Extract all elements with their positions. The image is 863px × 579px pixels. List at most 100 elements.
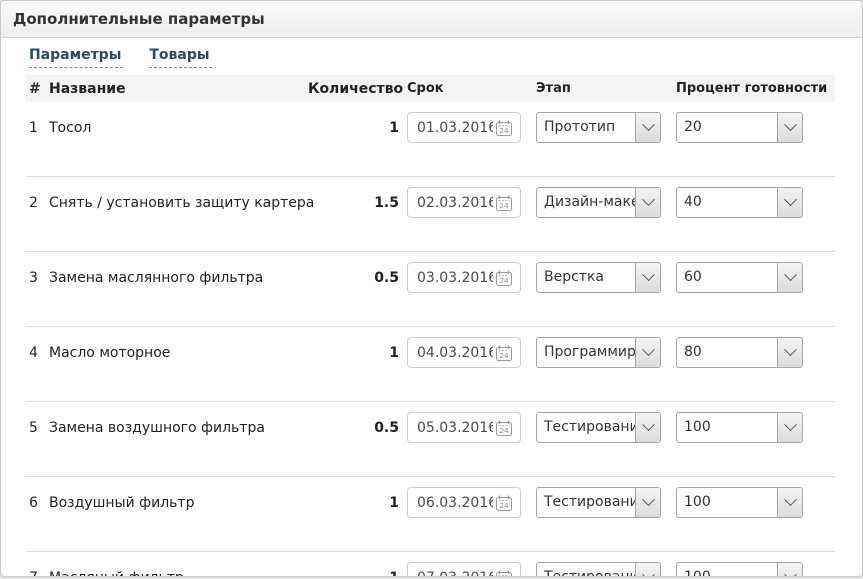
percent-select-value: 80 <box>677 338 777 367</box>
percent-select[interactable]: 20 <box>676 112 803 143</box>
table-body: 1 Тосол 1 24 Прототип <box>26 112 835 577</box>
percent-select[interactable]: 80 <box>676 337 803 368</box>
table-row: 4 Масло моторное 1 24 Программиро <box>26 337 835 402</box>
calendar-icon[interactable]: 24 <box>496 120 513 136</box>
row-index: 6 <box>26 495 49 511</box>
stage-select[interactable]: Тестирование <box>536 412 661 443</box>
chevron-down-icon <box>777 413 802 442</box>
row-name: Тосол <box>49 120 308 136</box>
chevron-down-icon <box>777 113 802 142</box>
svg-text:24: 24 <box>499 351 509 360</box>
row-index: 7 <box>26 570 49 578</box>
percent-select[interactable]: 40 <box>676 187 803 218</box>
chevron-down-icon <box>777 188 802 217</box>
date-input[interactable]: 24 <box>407 112 521 143</box>
row-name: Масло моторное <box>49 345 308 361</box>
stage-select[interactable]: Верстка <box>536 262 661 293</box>
date-input[interactable]: 24 <box>407 187 521 218</box>
row-name: Замена воздушного фильтра <box>49 420 308 436</box>
date-input-field[interactable] <box>417 420 493 436</box>
stage-select[interactable]: Дизайн-макет <box>536 187 661 218</box>
additional-parameters-panel: Дополнительные параметры Параметры Товар… <box>0 0 863 577</box>
percent-select[interactable]: 100 <box>676 487 803 518</box>
date-input[interactable]: 24 <box>407 487 521 518</box>
stage-select[interactable]: Программирование <box>536 337 661 368</box>
svg-text:24: 24 <box>499 501 509 510</box>
row-name: Снять / установить защиту картера <box>49 195 308 211</box>
row-quantity: 1.5 <box>308 195 399 211</box>
tab-parameters[interactable]: Параметры <box>29 47 123 68</box>
svg-text:24: 24 <box>499 126 509 135</box>
chevron-down-icon <box>635 413 660 442</box>
table-row: 2 Снять / установить защиту картера 1.5 … <box>26 187 835 252</box>
svg-text:24: 24 <box>499 426 509 435</box>
calendar-icon[interactable]: 24 <box>496 195 513 211</box>
calendar-icon[interactable]: 24 <box>496 495 513 511</box>
date-input-field[interactable] <box>417 270 493 286</box>
table-row: 1 Тосол 1 24 Прототип <box>26 112 835 177</box>
header-stage: Этап <box>536 81 661 96</box>
calendar-icon[interactable]: 24 <box>496 420 513 436</box>
header-name: Название <box>49 81 308 97</box>
date-input-field[interactable] <box>417 570 493 578</box>
percent-select[interactable]: 60 <box>676 262 803 293</box>
date-input-field[interactable] <box>417 195 493 211</box>
stage-select-value: Программирование <box>537 338 635 367</box>
stage-select[interactable]: Прототип <box>536 112 661 143</box>
chevron-down-icon <box>635 188 660 217</box>
percent-select[interactable]: 100 <box>676 562 803 577</box>
calendar-icon[interactable]: 24 <box>496 270 513 286</box>
header-index: # <box>26 81 49 97</box>
date-input[interactable]: 24 <box>407 337 521 368</box>
row-name: Масляный фильтр <box>49 570 308 578</box>
tab-products[interactable]: Товары <box>149 47 211 68</box>
calendar-icon[interactable]: 24 <box>496 570 513 578</box>
percent-select-value: 100 <box>677 488 777 517</box>
percent-select-value: 100 <box>677 563 777 577</box>
date-input[interactable]: 24 <box>407 262 521 293</box>
date-input[interactable]: 24 <box>407 412 521 443</box>
tab-bar: Параметры Товары <box>29 47 862 68</box>
calendar-icon[interactable]: 24 <box>496 345 513 361</box>
header-term: Срок <box>407 81 521 96</box>
svg-text:24: 24 <box>499 201 509 210</box>
percent-select[interactable]: 100 <box>676 412 803 443</box>
row-index: 3 <box>26 270 49 286</box>
date-input-field[interactable] <box>417 345 493 361</box>
row-index: 4 <box>26 345 49 361</box>
table-row: 5 Замена воздушного фильтра 0.5 24 <box>26 412 835 477</box>
chevron-down-icon <box>635 113 660 142</box>
row-index: 2 <box>26 195 49 211</box>
row-name: Воздушный фильтр <box>49 495 308 511</box>
date-input[interactable]: 24 <box>407 562 521 577</box>
table-row: 3 Замена маслянного фильтра 0.5 24 <box>26 262 835 327</box>
stage-select-value: Тестирование <box>537 413 635 442</box>
svg-text:24: 24 <box>499 276 509 285</box>
date-input-field[interactable] <box>417 120 493 136</box>
chevron-down-icon <box>635 488 660 517</box>
header-percent: Процент готовности <box>676 81 803 96</box>
percent-select-value: 60 <box>677 263 777 292</box>
stage-select-value: Тестирование <box>537 488 635 517</box>
stage-select[interactable]: Тестирование <box>536 487 661 518</box>
table-header: # Название Количество Срок Этап Процент … <box>26 75 835 102</box>
table-row: 6 Воздушный фильтр 1 24 Тестирова <box>26 487 835 552</box>
chevron-down-icon <box>777 488 802 517</box>
row-quantity: 1 <box>308 345 399 361</box>
chevron-down-icon <box>635 563 660 577</box>
row-quantity: 0.5 <box>308 270 399 286</box>
date-input-field[interactable] <box>417 495 493 511</box>
row-index: 5 <box>26 420 49 436</box>
chevron-down-icon <box>777 338 802 367</box>
table-row: 7 Масляный фильтр 1 24 Тестирован <box>26 562 835 577</box>
stage-select[interactable]: Тестирование <box>536 562 661 577</box>
percent-select-value: 100 <box>677 413 777 442</box>
row-quantity: 0.5 <box>308 420 399 436</box>
stage-select-value: Дизайн-макет <box>537 188 635 217</box>
percent-select-value: 40 <box>677 188 777 217</box>
svg-text:24: 24 <box>499 576 509 578</box>
chevron-down-icon <box>777 263 802 292</box>
row-quantity: 1 <box>308 120 399 136</box>
stage-select-value: Тестирование <box>537 563 635 577</box>
chevron-down-icon <box>635 338 660 367</box>
